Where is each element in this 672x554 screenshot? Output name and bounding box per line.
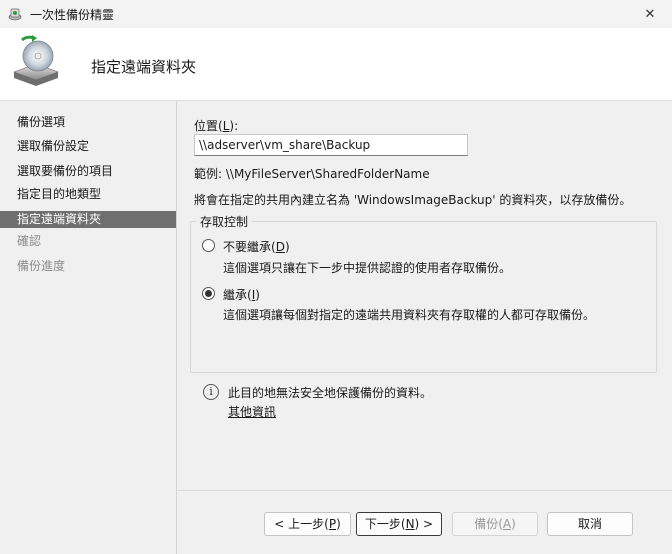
location-input[interactable] <box>194 134 468 156</box>
step-destination-type[interactable]: 指定目的地類型 <box>0 186 176 203</box>
inherit-label[interactable]: 繼承(I) <box>223 286 260 303</box>
close-icon: ✕ <box>644 6 656 22</box>
location-example: 範例: \\MyFileServer\SharedFolderName <box>194 167 430 181</box>
no-inherit-description: 這個選項只讓在下一步中提供認證的使用者存取備份。 <box>223 261 512 275</box>
step-select-items[interactable]: 選取要備份的項目 <box>0 163 176 180</box>
no-inherit-label[interactable]: 不要繼承(D) <box>223 238 290 255</box>
step-backup-options[interactable]: 備份選項 <box>0 114 176 131</box>
step-select-backup-settings[interactable]: 選取備份設定 <box>0 138 176 155</box>
wizard-header: 指定遠端資料夾 <box>0 28 672 100</box>
inherit-radio[interactable] <box>202 287 215 300</box>
backup-app-icon <box>8 8 22 21</box>
no-inherit-radio[interactable] <box>202 239 215 252</box>
cancel-button[interactable]: 取消 <box>547 512 633 536</box>
step-remote-folder[interactable]: 指定遠端資料夾 <box>0 211 176 228</box>
location-label: 位置(L): <box>194 119 239 133</box>
close-button[interactable]: ✕ <box>628 0 672 28</box>
info-icon: i <box>203 384 219 400</box>
button-bar-divider <box>177 490 672 491</box>
step-confirmation: 確認 <box>17 234 42 248</box>
security-warning-text: 此目的地無法安全地保護備份的資料。 <box>228 386 433 400</box>
more-info-link[interactable]: 其他資訊 <box>228 403 276 420</box>
title-bar: 一次性備份精靈 ✕ <box>0 0 672 28</box>
wizard-steps-sidebar: 備份選項 選取備份設定 選取要備份的項目 指定目的地類型 指定遠端資料夾 確認 … <box>0 101 176 554</box>
wizard-content: 位置(L): 範例: \\MyFileServer\SharedFolderNa… <box>177 101 672 554</box>
backup-disk-icon <box>13 35 59 86</box>
step-backup-progress: 備份進度 <box>17 259 66 273</box>
location-description: 將會在指定的共用內建立名為 'WindowsImageBackup' 的資料夾，… <box>194 193 632 207</box>
inherit-description: 這個選項讓每個對指定的遠端共用資料夾有存取權的人都可存取備份。 <box>223 308 596 322</box>
page-title: 指定遠端資料夾 <box>91 58 197 76</box>
back-button[interactable]: < 上一步(P) <box>264 512 351 536</box>
access-control-label: 存取控制 <box>196 213 253 230</box>
backup-button: 備份(A) <box>452 512 538 536</box>
next-button[interactable]: 下一步(N) > <box>356 512 442 536</box>
window-title: 一次性備份精靈 <box>30 8 115 22</box>
